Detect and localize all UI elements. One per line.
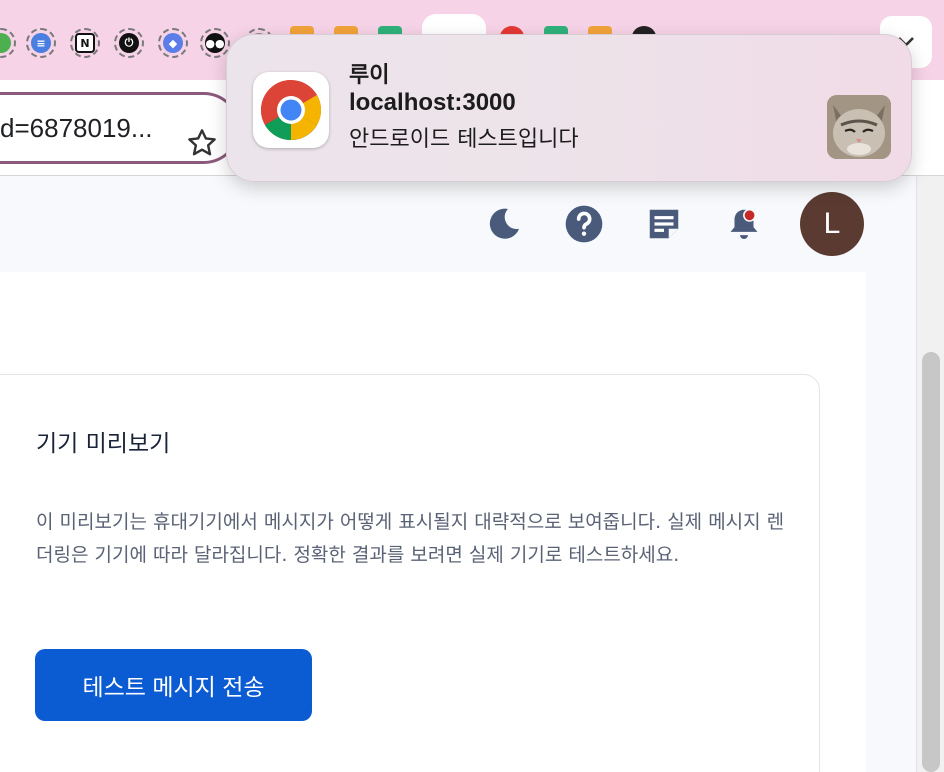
notification-cat-image (827, 95, 891, 159)
power-icon: ⏻ (119, 33, 139, 53)
tab-medium[interactable]: ●● (200, 28, 230, 58)
tab-notion[interactable]: N (70, 28, 100, 58)
card-title: 기기 미리보기 (36, 431, 171, 457)
scrollbar-thumb[interactable] (922, 352, 940, 772)
tab-green-site[interactable] (0, 28, 16, 58)
green-site-icon (0, 33, 11, 53)
docs-icon: ≡ (31, 33, 51, 53)
user-avatar[interactable]: L (800, 192, 864, 256)
send-test-message-button[interactable]: 테스트 메시지 전송 (35, 649, 312, 721)
notifications-button[interactable] (724, 204, 764, 244)
notification-source: localhost:3000 (349, 89, 516, 116)
tab-shield[interactable]: ◆ (158, 28, 188, 58)
notification-title: 루이 (349, 63, 390, 88)
notes-button[interactable] (644, 204, 684, 244)
medium-icon: ●● (205, 33, 225, 53)
theme-toggle-button[interactable] (484, 204, 524, 244)
card-description: 이 미리보기는 휴대기기에서 메시지가 어떻게 표시될지 대략적으로 보여줍니다… (36, 511, 785, 566)
help-icon (565, 205, 603, 243)
bookmark-star-icon[interactable] (186, 127, 218, 159)
help-button[interactable] (564, 204, 604, 244)
content-gutter (866, 272, 916, 772)
system-notification[interactable]: 루이 localhost:3000 안드로이드 테스트입니다 (226, 34, 912, 182)
moon-icon (489, 208, 520, 239)
shield-user-icon: ◆ (163, 33, 183, 53)
tab-docs[interactable]: ≡ (26, 28, 56, 58)
notes-icon (649, 209, 679, 239)
tab-power[interactable]: ⏻ (114, 28, 144, 58)
address-bar[interactable]: d=6878019... (0, 92, 240, 164)
address-bar-url: d=6878019... (0, 113, 153, 143)
notification-body: 안드로이드 테스트입니다 (349, 127, 579, 152)
app-header: L (0, 176, 916, 272)
notion-icon: N (75, 33, 95, 53)
notification-app-icon (253, 72, 329, 148)
notification-bell-icon (730, 208, 758, 240)
chrome-icon (260, 79, 322, 141)
